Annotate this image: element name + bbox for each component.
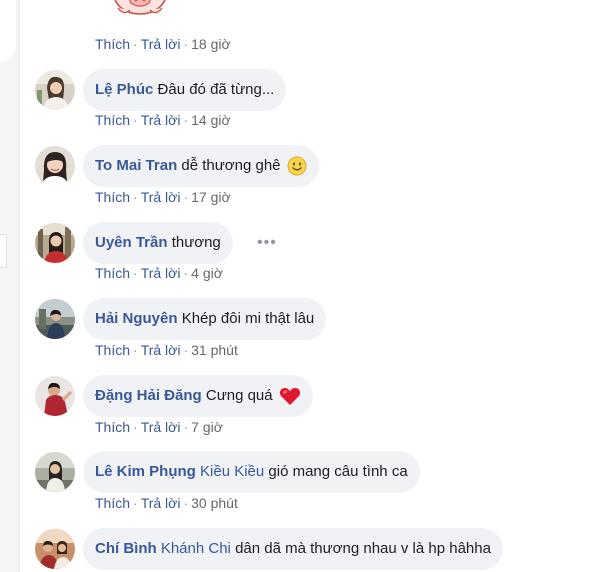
left-rail [0, 0, 20, 572]
comment-mention[interactable]: Khánh Chi [161, 540, 231, 557]
avatar[interactable] [35, 376, 75, 416]
comment-text: Cưng quá [205, 387, 273, 404]
comment-bubble: To Mai Tran dễ thương ghê [83, 145, 319, 187]
comment-time[interactable]: 17 giờ [191, 189, 231, 205]
comment-time[interactable]: 18 giờ [191, 36, 231, 52]
comment-text: thương [171, 234, 221, 251]
like-button[interactable]: Thích [95, 342, 130, 358]
like-button[interactable]: Thích [95, 36, 130, 52]
comment-author[interactable]: Đặng Hải Đăng [95, 387, 202, 404]
avatar[interactable] [35, 299, 75, 339]
pig-sticker [114, 0, 166, 15]
like-button[interactable]: Thích [95, 495, 130, 511]
reply-button[interactable]: Trả lời [141, 342, 181, 358]
comment-author[interactable]: Uyên Trần [95, 234, 168, 251]
comments-panel: Thích · Trả lời · 18 giờ Lệ Phúc Đâu đó đã t… [0, 0, 599, 572]
comment-actions: Thích · Trả lời · 30 phút [95, 495, 238, 511]
red-heart-icon [279, 388, 300, 406]
reply-button[interactable]: Trả lời [141, 265, 181, 281]
reply-button[interactable]: Trả lời [141, 36, 181, 52]
comment-bubble: Chí Bình Khánh Chi dân dã mà thương nhau… [83, 528, 503, 570]
reply-button[interactable]: Trả lời [141, 495, 181, 511]
reply-button[interactable]: Trả lời [141, 112, 181, 128]
avatar[interactable] [35, 223, 75, 263]
comment-text: dân dã mà thương nhau v là hp hâhha [235, 540, 491, 557]
comment-time[interactable]: 14 giờ [191, 112, 231, 128]
avatar[interactable] [35, 146, 75, 186]
rail-tab[interactable] [0, 234, 7, 268]
more-options-icon[interactable]: ••• [257, 234, 277, 252]
comment-text: dễ thương ghê [181, 157, 281, 174]
smiling-face-icon [287, 156, 307, 176]
comment-author[interactable]: Chí Bình [95, 540, 157, 557]
comment-author[interactable]: Hải Nguyên [95, 310, 178, 327]
comment-bubble: Lệ Phúc Đâu đó đã từng... [83, 69, 287, 111]
comment-actions: Thích · Trả lời · 18 giờ [95, 36, 231, 52]
like-button[interactable]: Thích [95, 419, 130, 435]
comment-bubble: Lê Kim Phụng Kiều Kiều gió mang câu tình… [83, 451, 420, 493]
like-button[interactable]: Thích [95, 265, 130, 281]
comment-time[interactable]: 4 giờ [191, 265, 223, 281]
avatar[interactable] [35, 70, 75, 110]
comment-time[interactable]: 7 giờ [191, 419, 223, 435]
like-button[interactable]: Thích [95, 112, 130, 128]
comment-bubble: Uyên Trần thương [83, 222, 233, 264]
avatar[interactable] [35, 452, 75, 492]
comment-actions: Thích · Trả lời · 4 giờ [95, 265, 223, 281]
comment-actions: Thích · Trả lời · 17 giờ [95, 189, 231, 205]
comment-time[interactable]: 31 phút [191, 342, 238, 358]
comment-actions: Thích · Trả lời · 14 giờ [95, 112, 231, 128]
reply-button[interactable]: Trả lời [141, 189, 181, 205]
comment-author[interactable]: Lệ Phúc [95, 81, 153, 98]
comment-text: Đâu đó đã từng... [157, 81, 275, 98]
comment-bubble: Đặng Hải Đăng Cưng quá [83, 375, 313, 417]
comment-author[interactable]: Lê Kim Phụng [95, 463, 196, 480]
comment-mention[interactable]: Kiều Kiều [200, 463, 264, 480]
comment-author[interactable]: To Mai Tran [95, 157, 177, 174]
avatar[interactable] [35, 529, 75, 569]
reply-button[interactable]: Trả lời [141, 419, 181, 435]
comment-time[interactable]: 30 phút [191, 495, 238, 511]
comment-bubble: Hải Nguyên Khép đôi mi thật lâu [83, 298, 327, 340]
like-button[interactable]: Thích [95, 189, 130, 205]
comment-text: gió mang câu tình ca [268, 463, 408, 480]
comment-actions: Thích · Trả lời · 7 giờ [95, 419, 223, 435]
comment-actions: Thích · Trả lời · 31 phút [95, 342, 238, 358]
comment-text: Khép đôi mi thật lâu [181, 310, 315, 327]
